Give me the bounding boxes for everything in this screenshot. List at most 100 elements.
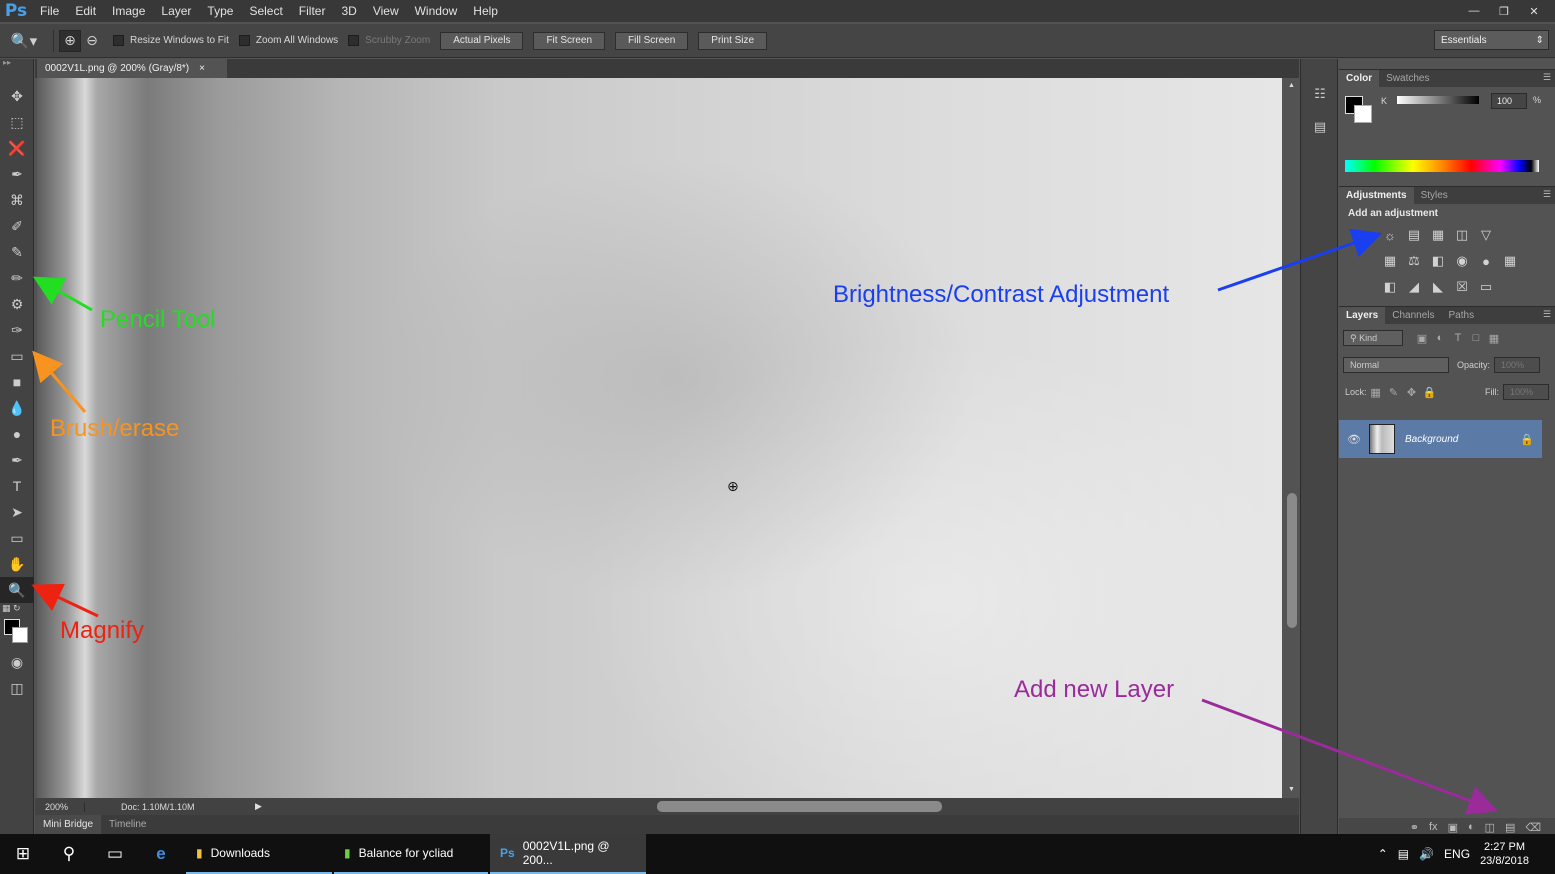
filter-pixel-icon[interactable]: ▣ (1413, 332, 1431, 345)
taskbar-app-downloads[interactable]: ▮ Downloads (186, 834, 332, 874)
chevron-up-icon[interactable]: ⌃ (1378, 847, 1388, 861)
minimize-button[interactable]: — (1461, 3, 1487, 19)
gradient-map-icon[interactable]: ▭ (1477, 278, 1495, 296)
dodge-tool-icon[interactable]: ● (0, 421, 34, 447)
close-tab-icon[interactable]: × (199, 63, 205, 74)
filter-adjustment-icon[interactable]: ◐ (1431, 332, 1449, 344)
layer-row-background[interactable]: 👁 Background 🔒 (1339, 420, 1542, 458)
move-tool-icon[interactable]: ✥ (0, 83, 34, 109)
menu-image[interactable]: Image (104, 0, 153, 22)
filter-smart-icon[interactable]: ▦ (1485, 332, 1503, 345)
workspace-select[interactable]: Essentials ⇕ (1434, 30, 1549, 50)
history-panel-icon[interactable]: ☷ (1303, 79, 1337, 109)
new-layer-icon[interactable]: ▤ (1505, 821, 1515, 834)
quick-selection-tool-icon[interactable]: ✒ (0, 161, 34, 187)
stamp-tool-icon[interactable]: ⚙ (0, 291, 34, 317)
layer-style-icon[interactable]: fx (1429, 821, 1438, 833)
screen-mode-icon[interactable]: ◫ (0, 675, 34, 701)
quick-mask-icon[interactable]: ◉ (0, 649, 34, 675)
vertical-scrollbar[interactable]: ▲ ▼ (1284, 78, 1299, 798)
zoom-tool-icon[interactable]: 🔍 (0, 577, 34, 603)
marquee-tool-icon[interactable]: ⬚ (0, 109, 34, 135)
color-lookup-icon[interactable]: ▦ (1501, 252, 1519, 270)
tab-color[interactable]: Color (1339, 70, 1380, 87)
panel-menu-icon[interactable]: ☰ (1543, 189, 1551, 200)
scroll-up-icon[interactable]: ▲ (1288, 82, 1295, 89)
menu-3d[interactable]: 3D (333, 0, 364, 22)
opacity-input[interactable]: 100% (1494, 357, 1541, 373)
scrubby-zoom-checkbox[interactable]: Scrubby Zoom (348, 35, 430, 46)
task-view-icon[interactable]: ▭ (92, 834, 138, 874)
delete-layer-icon[interactable]: ⌫ (1525, 821, 1541, 834)
pen-tool-icon[interactable]: ✒ (0, 447, 34, 473)
tab-styles[interactable]: Styles (1414, 187, 1455, 204)
zoom-out-icon[interactable]: ⊖ (81, 30, 103, 52)
tab-swatches[interactable]: Swatches (1379, 70, 1436, 87)
menu-layer[interactable]: Layer (153, 0, 199, 22)
zoom-level[interactable]: 200% (35, 801, 85, 812)
filter-shape-icon[interactable]: □ (1467, 332, 1485, 344)
color-background-swatch[interactable] (1354, 105, 1372, 123)
lock-pixels-icon[interactable]: ✎ (1385, 386, 1403, 399)
type-tool-icon[interactable]: T (0, 473, 34, 499)
exposure-icon[interactable]: ◫ (1453, 226, 1471, 244)
curves-icon[interactable]: ▦ (1429, 226, 1447, 244)
black-white-icon[interactable]: ◧ (1429, 252, 1447, 270)
selective-color-icon[interactable]: ☒ (1453, 278, 1471, 296)
path-selection-tool-icon[interactable]: ➤ (0, 499, 34, 525)
gradient-tool-icon[interactable]: ■ (0, 369, 34, 395)
hue-saturation-icon[interactable]: ▦ (1381, 252, 1399, 270)
levels-icon[interactable]: ▤ (1405, 226, 1423, 244)
new-group-icon[interactable]: ◫ (1485, 821, 1495, 834)
eyedropper-tool-icon[interactable]: ✐ (0, 213, 34, 239)
blur-tool-icon[interactable]: 💧 (0, 395, 34, 421)
healing-brush-tool-icon[interactable]: ✎ (0, 239, 34, 265)
color-spectrum[interactable] (1345, 160, 1539, 172)
brightness-contrast-icon[interactable]: ☼ (1381, 226, 1399, 244)
zoom-tool-preset-icon[interactable]: 🔍▾ (0, 32, 48, 50)
tab-timeline[interactable]: Timeline (101, 815, 154, 834)
link-layers-icon[interactable]: ⚭ (1410, 821, 1419, 834)
add-mask-icon[interactable]: ▣ (1448, 821, 1458, 834)
k-slider[interactable] (1397, 96, 1479, 104)
clock[interactable]: 2:27 PM 23/8/2018 (1480, 840, 1529, 868)
scroll-down-icon[interactable]: ▼ (1288, 786, 1295, 793)
invert-icon[interactable]: ◧ (1381, 278, 1399, 296)
properties-panel-icon[interactable]: ▤ (1303, 112, 1337, 142)
menu-help[interactable]: Help (465, 0, 506, 22)
zoom-all-windows-checkbox[interactable]: Zoom All Windows (238, 35, 338, 46)
search-icon[interactable]: ⚲ (46, 834, 92, 874)
pencil-tool-icon[interactable]: ✏ (0, 265, 34, 291)
tab-mini-bridge[interactable]: Mini Bridge (35, 815, 102, 834)
restore-button[interactable]: ❐ (1491, 3, 1517, 19)
hand-tool-icon[interactable]: ✋ (0, 551, 34, 577)
close-button[interactable]: ✕ (1521, 3, 1547, 19)
blend-mode-select[interactable]: Normal (1343, 357, 1449, 373)
photo-filter-icon[interactable]: ◉ (1453, 252, 1471, 270)
actual-pixels-button[interactable]: Actual Pixels (440, 31, 524, 50)
checkbox-box[interactable] (348, 35, 360, 46)
swap-colors-icon[interactable]: ▦ ↻ (2, 603, 21, 614)
resize-windows-checkbox[interactable]: Resize Windows to Fit (113, 35, 229, 46)
lock-transparent-icon[interactable]: ▦ (1367, 386, 1385, 399)
menu-file[interactable]: File (32, 0, 67, 22)
horizontal-scroll-thumb[interactable] (657, 801, 942, 812)
threshold-icon[interactable]: ◣ (1429, 278, 1447, 296)
checkbox-box[interactable] (238, 35, 250, 46)
fill-input[interactable]: 100% (1503, 384, 1549, 400)
windows-start-icon[interactable]: ⊞ (0, 834, 46, 874)
menu-view[interactable]: View (365, 0, 407, 22)
vertical-scroll-thumb[interactable] (1287, 493, 1297, 628)
channel-mixer-icon[interactable]: ● (1477, 252, 1495, 270)
rectangle-tool-icon[interactable]: ▭ (0, 525, 34, 551)
filter-kind-select[interactable]: ⚲ Kind (1343, 330, 1403, 346)
document-tab[interactable]: 0002V1L.png @ 200% (Gray/8*) × (37, 59, 227, 78)
k-value-input[interactable]: 100 (1491, 93, 1527, 109)
lock-position-icon[interactable]: ✥ (1403, 386, 1421, 399)
taskbar-app-balance[interactable]: ▮ Balance for ycliad (334, 834, 488, 874)
tab-adjustments[interactable]: Adjustments (1339, 187, 1414, 204)
volume-icon[interactable]: 🔊 (1419, 847, 1434, 861)
language-indicator[interactable]: ENG (1444, 847, 1470, 861)
panel-menu-icon[interactable]: ☰ (1543, 72, 1551, 83)
crop-tool-icon[interactable]: ⌘ (0, 187, 34, 213)
